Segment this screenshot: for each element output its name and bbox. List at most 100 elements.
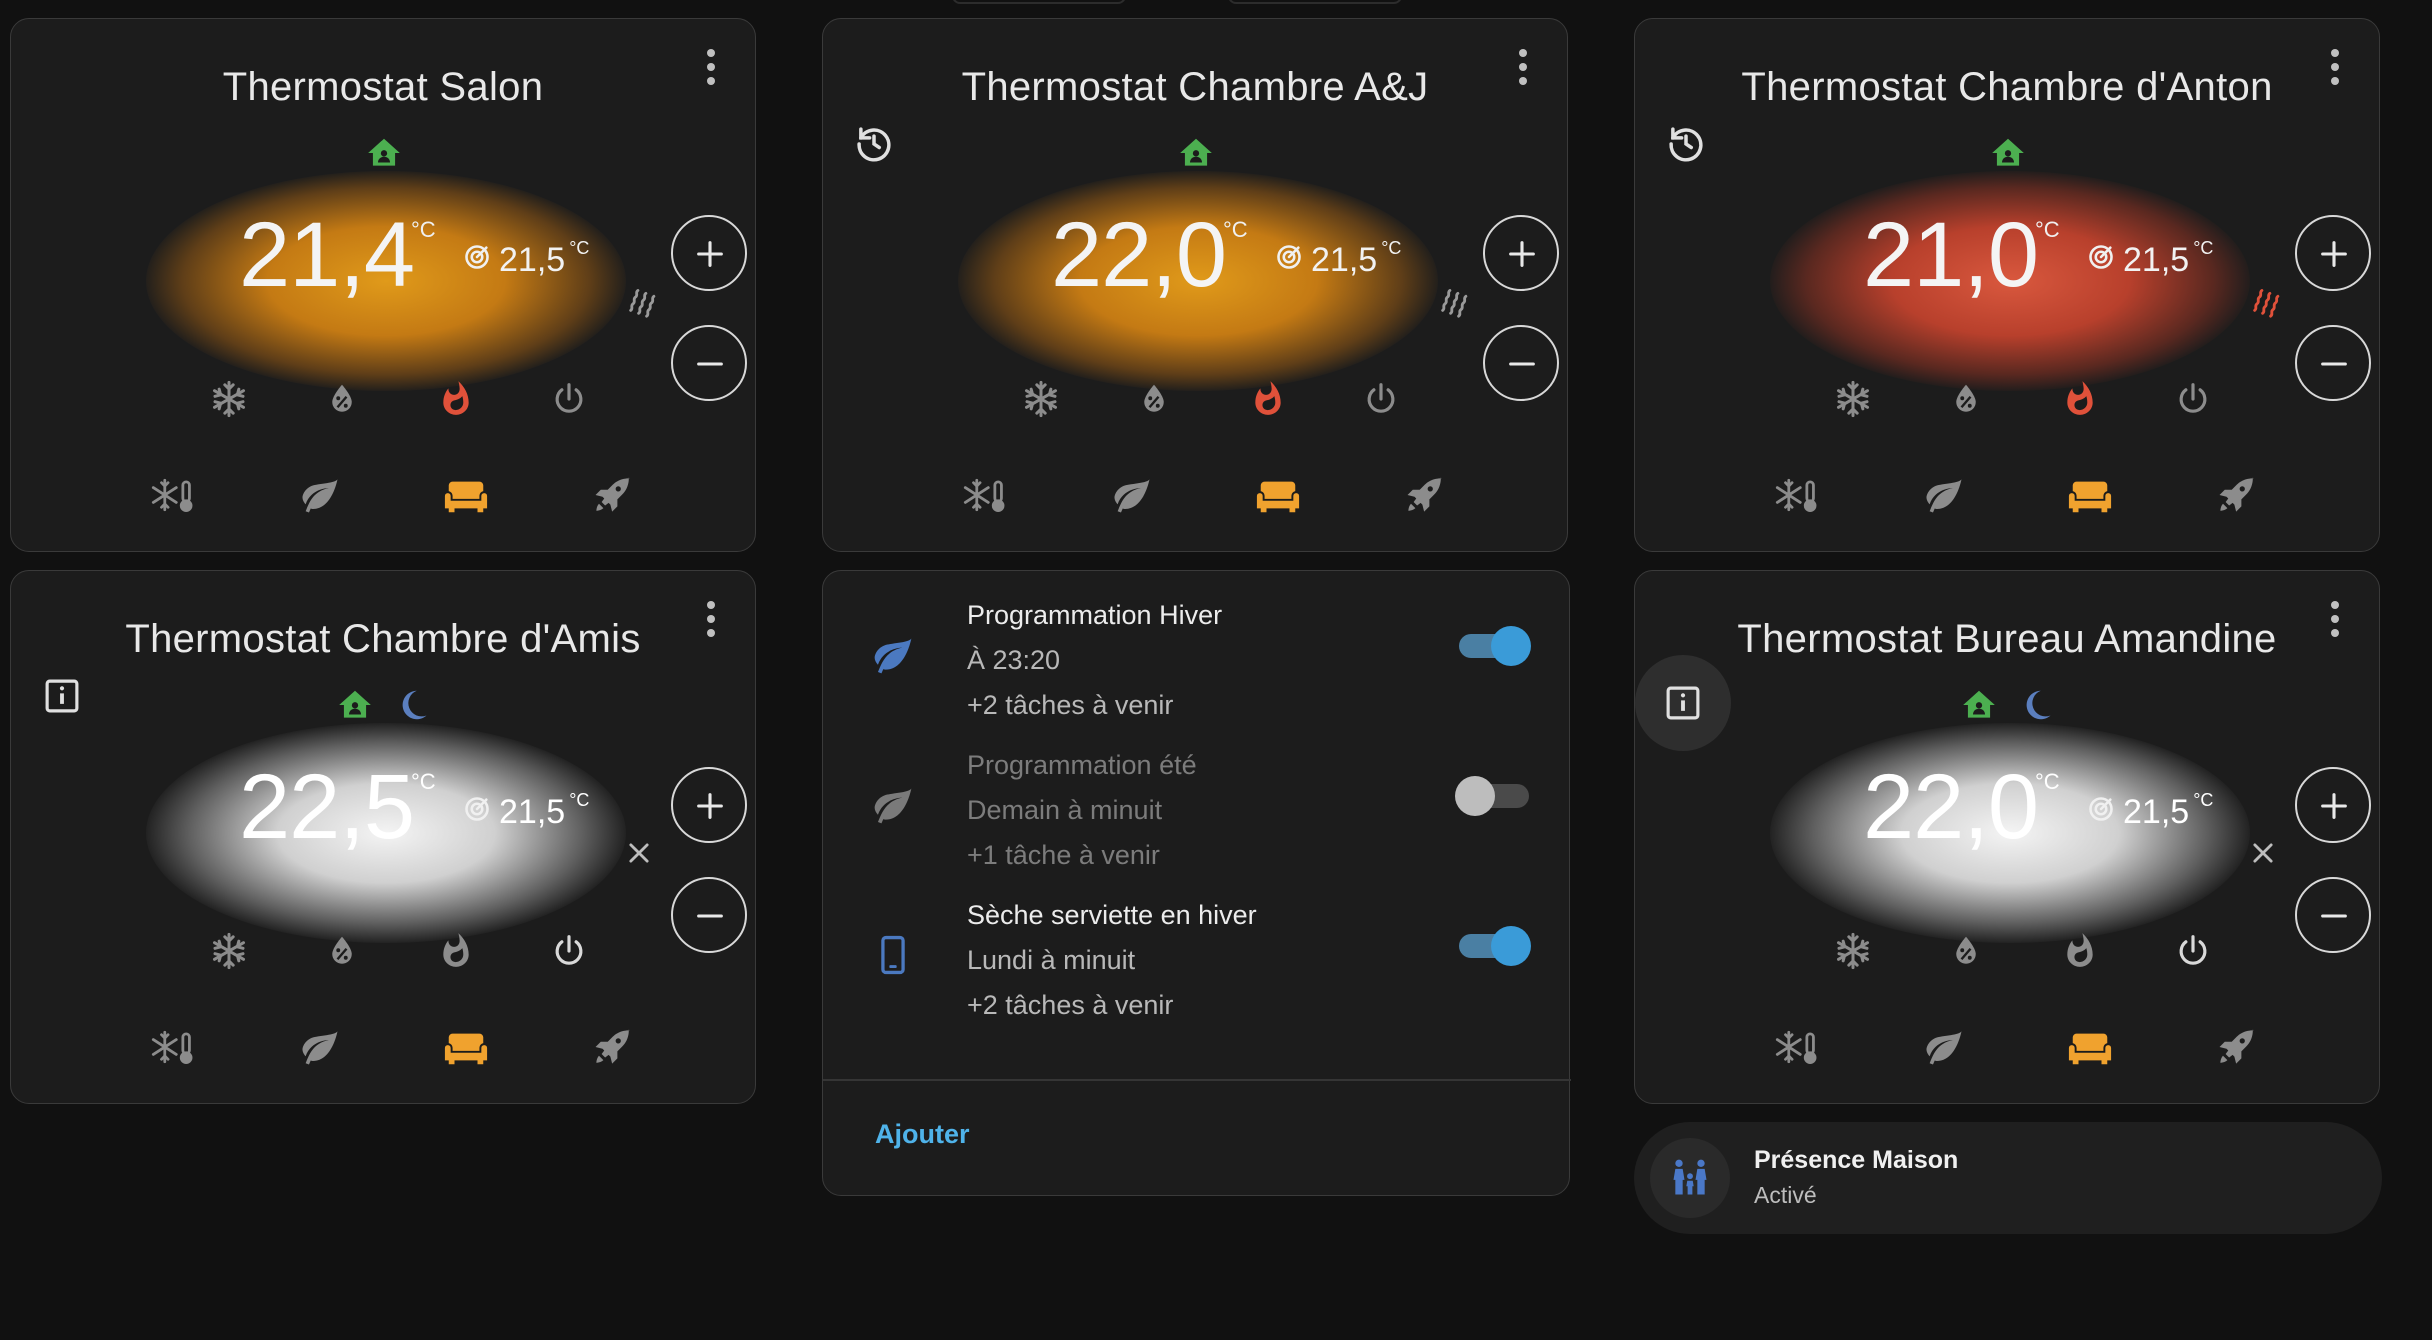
hvac-mode-cool-button[interactable] (207, 929, 251, 973)
temperature-unit: °C (1223, 217, 1248, 242)
water-percent-icon (1948, 933, 1984, 969)
decrease-temperature-button[interactable] (2295, 877, 2371, 953)
schedule-card: Programmation Hiver À 23:20 +2 tâches à … (822, 570, 1571, 1196)
thermostat-title: Thermostat Chambre A&J (961, 65, 1429, 109)
hvac-mode-dry-button[interactable] (1944, 929, 1988, 973)
schedule-row[interactable]: Programmation été Demain à minuit +1 tâc… (823, 743, 1571, 893)
schedule-row[interactable]: Programmation Hiver À 23:20 +2 tâches à … (823, 593, 1571, 743)
leaf-icon (1923, 474, 1965, 516)
power-icon (2174, 380, 2212, 418)
home-icon (1174, 131, 1218, 175)
preset-mode-bar (963, 473, 1447, 519)
hvac-mode-cool-button[interactable] (1831, 377, 1875, 421)
preset-boost-button[interactable] (1403, 473, 1447, 517)
preset-eco-button[interactable] (1110, 473, 1154, 517)
decrease-temperature-button[interactable] (2295, 325, 2371, 401)
preset-comfort-button[interactable] (2068, 1025, 2112, 1069)
increase-temperature-button[interactable] (671, 215, 747, 291)
snowflake-icon (209, 931, 249, 971)
snowflake-thermometer-icon (1774, 473, 1820, 517)
hvac-mode-off-button[interactable] (2171, 377, 2215, 421)
preset-frost-button[interactable] (1775, 1025, 1819, 1069)
increase-temperature-button[interactable] (2295, 767, 2371, 843)
preset-eco-button[interactable] (298, 473, 342, 517)
hvac-mode-heat-button[interactable] (434, 377, 478, 421)
preset-boost-button[interactable] (591, 473, 635, 517)
hvac-mode-off-button[interactable] (547, 929, 591, 973)
temperature-unit: °C (411, 217, 436, 242)
snowflake-icon (1833, 931, 1873, 971)
preset-frost-button[interactable] (151, 1025, 195, 1069)
leaf-icon (299, 474, 341, 516)
power-icon (1362, 380, 1400, 418)
hvac-mode-dry-button[interactable] (1132, 377, 1176, 421)
more-options-icon[interactable] (705, 49, 717, 89)
hvac-mode-bar (207, 929, 591, 973)
schedule-toggle[interactable] (1455, 773, 1531, 817)
preset-frost-button[interactable] (1775, 473, 1819, 517)
schedule-row[interactable]: Sèche serviette en hiver Lundi à minuit … (823, 893, 1571, 1043)
schedule-toggle[interactable] (1455, 623, 1531, 667)
schedule-more: +2 tâches à venir (967, 990, 1174, 1020)
hvac-mode-heat-button[interactable] (1246, 377, 1290, 421)
temperature-unit: °C (411, 769, 436, 794)
target-value: 21,5 (2123, 793, 2190, 831)
preset-eco-button[interactable] (1922, 1025, 1966, 1069)
schedule-next: À 23:20 (967, 645, 1061, 675)
leaf-icon (299, 1026, 341, 1068)
preset-eco-button[interactable] (1922, 473, 1966, 517)
hvac-mode-off-button[interactable] (1359, 377, 1403, 421)
current-temperature: 21,0 (1863, 204, 2039, 306)
hvac-mode-dry-button[interactable] (1944, 377, 1988, 421)
preset-frost-button[interactable] (151, 473, 195, 517)
preset-boost-button[interactable] (591, 1025, 635, 1069)
schedule-next: Lundi à minuit (967, 945, 1136, 975)
rocket-icon (592, 474, 634, 516)
more-options-icon[interactable] (1517, 49, 1529, 89)
more-options-icon[interactable] (2329, 601, 2341, 641)
hvac-mode-dry-button[interactable] (320, 377, 364, 421)
hvac-mode-off-button[interactable] (2171, 929, 2215, 973)
hvac-mode-cool-button[interactable] (1019, 377, 1063, 421)
preset-boost-button[interactable] (2215, 473, 2259, 517)
more-options-icon[interactable] (705, 601, 717, 641)
decrease-temperature-button[interactable] (671, 325, 747, 401)
hvac-mode-cool-button[interactable] (207, 377, 251, 421)
preset-eco-button[interactable] (298, 1025, 342, 1069)
hvac-mode-heat-button[interactable] (434, 929, 478, 973)
thermostat-title: Thermostat Chambre d'Anton (1741, 65, 2273, 109)
more-options-icon[interactable] (2329, 49, 2341, 89)
active-presets (823, 131, 1569, 171)
hvac-mode-bar (1019, 377, 1403, 421)
home-icon (362, 131, 406, 175)
preset-boost-button[interactable] (2215, 1025, 2259, 1069)
hvac-mode-off-button[interactable] (547, 377, 591, 421)
presence-tile[interactable]: Présence Maison Activé (1634, 1122, 2382, 1234)
increase-temperature-button[interactable] (1483, 215, 1559, 291)
sofa-icon (1255, 475, 1301, 515)
hvac-mode-cool-button[interactable] (1831, 929, 1875, 973)
snowflake-icon (1021, 379, 1061, 419)
preset-comfort-button[interactable] (444, 473, 488, 517)
target-temperature: 21,5 °C (2087, 238, 2213, 280)
decrease-temperature-button[interactable] (1483, 325, 1559, 401)
card-edge-above (1228, 0, 1402, 4)
hvac-mode-heat-button[interactable] (2058, 929, 2102, 973)
increase-temperature-button[interactable] (2295, 215, 2371, 291)
add-schedule-button[interactable]: Ajouter (875, 1119, 970, 1150)
family-icon (1650, 1138, 1730, 1218)
preset-comfort-button[interactable] (2068, 473, 2112, 517)
schedule-toggle[interactable] (1455, 923, 1531, 967)
increase-temperature-button[interactable] (671, 767, 747, 843)
decrease-temperature-button[interactable] (671, 877, 747, 953)
snowflake-icon (209, 379, 249, 419)
preset-comfort-button[interactable] (444, 1025, 488, 1069)
water-percent-icon (324, 933, 360, 969)
hvac-mode-dry-button[interactable] (320, 929, 364, 973)
target-icon (463, 241, 491, 280)
temperature-unit: °C (2035, 769, 2060, 794)
snowflake-thermometer-icon (962, 473, 1008, 517)
preset-frost-button[interactable] (963, 473, 1007, 517)
preset-comfort-button[interactable] (1256, 473, 1300, 517)
hvac-mode-heat-button[interactable] (2058, 377, 2102, 421)
